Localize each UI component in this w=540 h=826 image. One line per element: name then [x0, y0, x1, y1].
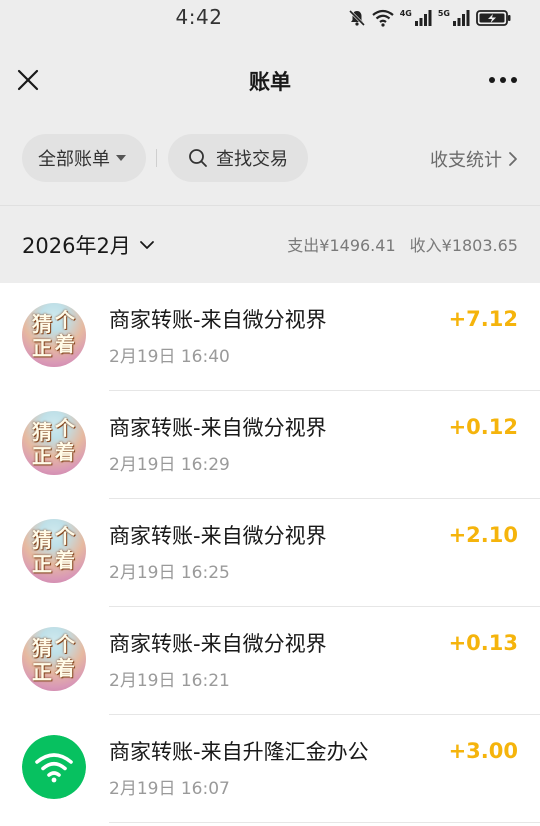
transaction-time: 2月19日 16:07 [109, 779, 230, 799]
chevron-right-icon [509, 152, 517, 166]
transaction-amount: +0.12 [448, 415, 518, 439]
transaction-title: 商家转账-来自微分视界 [109, 308, 327, 332]
network-label-2: 5G [437, 8, 450, 18]
search-label: 查找交易 [216, 149, 288, 170]
transaction-title: 商家转账-来自微分视界 [109, 524, 327, 548]
avatar-text: 着 [55, 332, 75, 356]
avatar-text: 猜 [32, 312, 52, 336]
transaction-amount: +2.10 [448, 523, 518, 547]
status-bar: 4:42 4G 5G [0, 0, 540, 36]
month-summary: 支出¥1496.41 收入¥1803.65 [287, 232, 518, 256]
more-options-icon[interactable] [488, 76, 518, 84]
transaction-row[interactable]: 猜 个 正 着 商家转账-来自微分视界 2月19日 16:40 +7.12 [0, 283, 540, 391]
transaction-row[interactable]: 猜 个 正 着 商家转账-来自微分视界 2月19日 16:29 +0.12 [0, 391, 540, 499]
income-total: 收入¥1803.65 [409, 236, 518, 255]
mute-bell-icon [348, 9, 365, 27]
nav-bar: 账单 [0, 52, 540, 108]
photo-avatar: 猜 个 正 着 [22, 303, 86, 367]
photo-avatar: 猜 个 正 着 [22, 519, 86, 583]
avatar-text: 正 [32, 444, 52, 468]
transaction-row[interactable]: 猜 个 正 着 商家转账-来自微分视界 2月19日 16:21 +0.13 [0, 607, 540, 715]
merchant-avatar: 猜 个 正 着 [22, 411, 86, 475]
filter-divider [156, 149, 157, 167]
caret-down-icon [116, 155, 126, 161]
month-header: 2026年2月 支出¥1496.41 收入¥1803.65 [0, 205, 540, 283]
all-bills-dropdown[interactable]: 全部账单 [22, 134, 146, 182]
avatar-text: 正 [32, 336, 52, 360]
all-bills-label: 全部账单 [38, 149, 110, 170]
avatar-text: 正 [32, 660, 52, 684]
wifi-icon [22, 735, 86, 799]
transaction-amount: +7.12 [448, 307, 518, 331]
status-time: 4:42 [175, 5, 223, 29]
avatar-text: 猜 [32, 420, 52, 444]
expense-total: 支出¥1496.41 [287, 236, 396, 255]
transaction-title: 商家转账-来自微分视界 [109, 632, 327, 656]
merchant-avatar: 猜 个 正 着 [22, 627, 86, 691]
avatar-text: 着 [55, 656, 75, 680]
page-title: 账单 [249, 70, 291, 94]
search-transactions-button[interactable]: 查找交易 [168, 134, 308, 182]
cell-signal-icon [453, 10, 470, 26]
photo-avatar: 猜 个 正 着 [22, 627, 86, 691]
battery-charging-icon [476, 10, 511, 26]
wifi-signal-icon [372, 9, 394, 27]
avatar-text: 个 [55, 308, 75, 332]
avatar-text: 正 [32, 552, 52, 576]
transaction-title: 商家转账-来自微分视界 [109, 416, 327, 440]
month-label: 2026年2月 [22, 234, 131, 258]
transaction-amount: +3.00 [448, 739, 518, 763]
filter-bar: 全部账单 查找交易 收支统计 [0, 132, 540, 184]
merchant-avatar: 猜 个 正 着 [22, 303, 86, 367]
transaction-row[interactable]: 猜 个 正 着 商家转账-来自微分视界 2月19日 16:25 +2.10 [0, 499, 540, 607]
merchant-avatar: 猜 个 正 着 [22, 519, 86, 583]
transaction-title: 商家转账-来自升隆汇金办公 [109, 740, 369, 764]
transaction-time: 2月19日 16:21 [109, 671, 230, 691]
merchant-avatar [22, 735, 86, 799]
bill-page: 4:42 4G 5G 账单 全部账单 查找交易 收支统计 2026年2月 支出¥… [0, 0, 540, 826]
row-divider [109, 822, 540, 823]
avatar-text: 猜 [32, 528, 52, 552]
transaction-row[interactable]: 商家转账-来自升隆汇金办公 2月19日 16:07 +3.00 [0, 715, 540, 823]
stats-label: 收支统计 [430, 150, 502, 171]
avatar-text: 个 [55, 632, 75, 656]
avatar-text: 猜 [32, 636, 52, 660]
search-icon [189, 149, 207, 167]
month-selector[interactable]: 2026年2月 [22, 230, 155, 260]
transaction-time: 2月19日 16:25 [109, 563, 230, 583]
transaction-list: 猜 个 正 着 商家转账-来自微分视界 2月19日 16:40 +7.12 猜 … [0, 283, 540, 826]
transaction-time: 2月19日 16:29 [109, 455, 230, 475]
transaction-amount: +0.13 [448, 631, 518, 655]
cell-signal-icon [414, 10, 432, 26]
transaction-time: 2月19日 16:40 [109, 347, 230, 367]
status-icons: 4G 5G [348, 8, 512, 28]
photo-avatar: 猜 个 正 着 [22, 411, 86, 475]
avatar-text: 个 [55, 416, 75, 440]
network-label-1: 4G [399, 8, 412, 18]
avatar-text: 着 [55, 440, 75, 464]
income-expense-stats-link[interactable]: 收支统计 [430, 146, 518, 172]
avatar-text: 着 [55, 548, 75, 572]
chevron-down-icon [139, 241, 154, 249]
avatar-text: 个 [55, 524, 75, 548]
